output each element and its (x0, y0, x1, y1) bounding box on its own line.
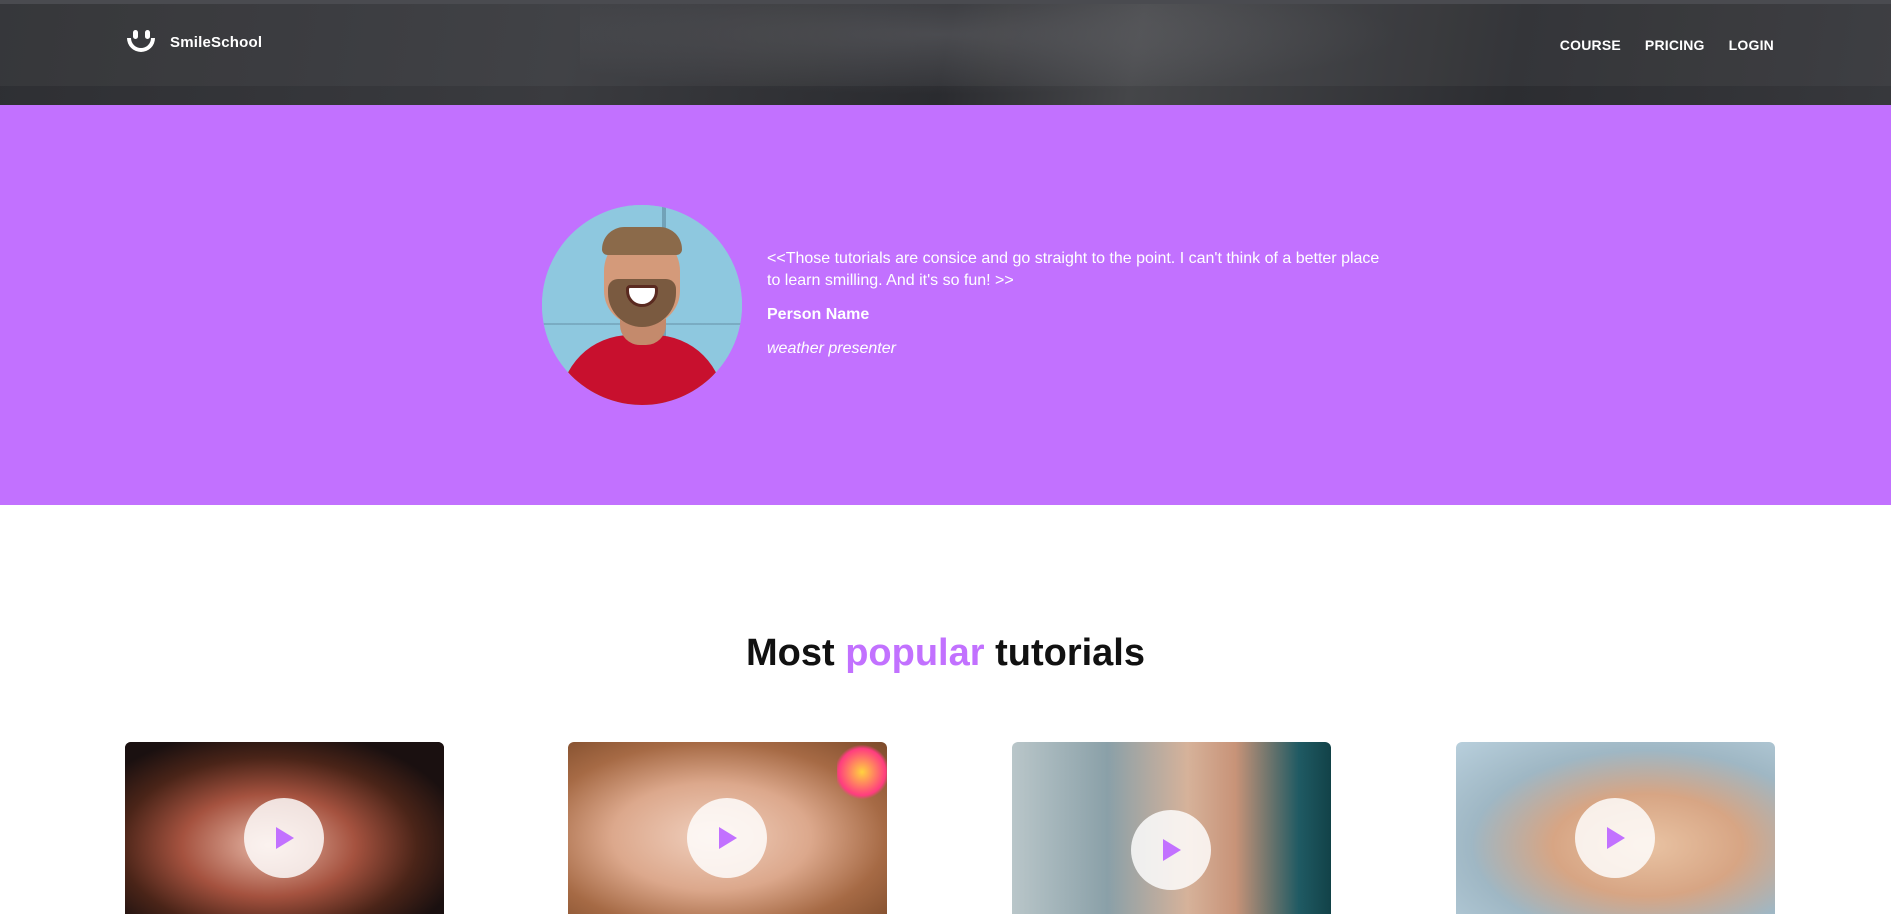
play-icon (719, 827, 737, 849)
title-accent: popular (845, 632, 985, 674)
title-prefix: Most (745, 632, 835, 674)
flower-decoration (837, 742, 887, 802)
testimonial-section: <<Those tutorials are consice and go str… (0, 105, 1891, 505)
testimonial-person-role: weather presenter (767, 340, 896, 357)
testimonial-avatar (542, 205, 742, 405)
brand-name: SmileSchool (170, 33, 263, 51)
logo[interactable]: SmileSchool (124, 28, 262, 56)
tutorial-card[interactable] (1456, 742, 1775, 914)
testimonial-person-name: Person Name (767, 306, 870, 323)
smile-logo-icon (124, 28, 158, 56)
play-button[interactable] (687, 798, 767, 878)
section-title: Most popular tutorials (0, 632, 1891, 675)
play-button[interactable] (1575, 798, 1655, 878)
play-icon (276, 827, 294, 849)
play-icon (1163, 839, 1181, 861)
site-header: SmileSchool COURSE PRICING LOGIN (0, 0, 1891, 105)
play-icon (1607, 827, 1625, 849)
tutorial-card[interactable] (125, 742, 444, 914)
play-button[interactable] (1131, 810, 1211, 890)
title-suffix: tutorials (995, 632, 1145, 674)
nav-login-link[interactable]: LOGIN (1729, 37, 1774, 53)
header-background-image (580, 4, 1480, 105)
nav-course-link[interactable]: COURSE (1560, 37, 1621, 53)
play-button[interactable] (244, 798, 324, 878)
main-nav: COURSE PRICING LOGIN (1560, 37, 1774, 53)
tutorial-card[interactable] (568, 742, 887, 914)
testimonial-quote: <<Those tutorials are consice and go str… (767, 250, 1380, 289)
tutorial-card[interactable] (1012, 742, 1331, 914)
nav-pricing-link[interactable]: PRICING (1645, 37, 1705, 53)
